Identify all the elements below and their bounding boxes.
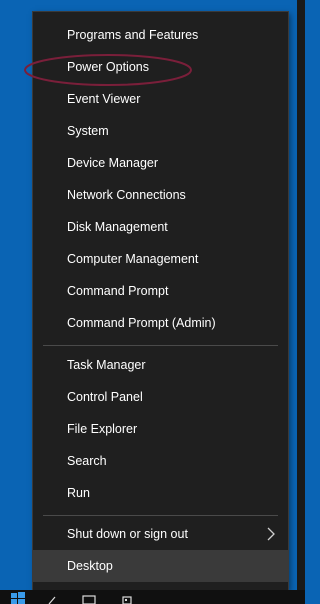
menu-item-file-explorer[interactable]: File Explorer (33, 414, 288, 444)
chevron-right-icon (267, 527, 275, 541)
winx-context-menu: Programs and Features Power Options Even… (24, 12, 288, 590)
menu-item-label: Event Viewer (67, 92, 141, 106)
menu-item-label: Device Manager (67, 156, 159, 170)
menu-item-search[interactable]: Search (33, 446, 288, 476)
menu-item-event-viewer[interactable]: Event Viewer (33, 84, 288, 114)
menu-item-computer-management[interactable]: Computer Management (33, 244, 288, 274)
menu-item-task-manager[interactable]: Task Manager (33, 350, 288, 380)
menu-item-command-prompt[interactable]: Command Prompt (33, 276, 288, 306)
menu-item-desktop[interactable]: Desktop (33, 550, 288, 582)
store-icon[interactable] (120, 594, 134, 604)
menu-item-label: Task Manager (67, 358, 146, 372)
menu-item-label: Desktop (67, 559, 113, 573)
search-icon[interactable] (45, 594, 61, 604)
menu-item-label: Command Prompt (67, 284, 169, 298)
menu-separator (43, 345, 278, 346)
menu-item-control-panel[interactable]: Control Panel (33, 382, 288, 412)
menu-item-label: File Explorer (67, 422, 138, 436)
menu-item-label: Power Options (67, 60, 149, 74)
menu-item-command-prompt-admin[interactable]: Command Prompt (Admin) (33, 308, 288, 338)
menu-separator (43, 515, 278, 516)
taskbar (0, 590, 305, 604)
menu-item-label: Shut down or sign out (67, 527, 188, 541)
menu-item-power-options[interactable]: Power Options (33, 52, 288, 82)
menu-item-label: System (67, 124, 109, 138)
menu-item-label: Programs and Features (67, 28, 199, 42)
background-window-edge (297, 0, 305, 604)
menu-item-label: Run (67, 486, 90, 500)
windows-start-icon[interactable] (8, 590, 28, 604)
menu-item-label: Disk Management (67, 220, 168, 234)
menu-item-shut-down-or-sign-out[interactable]: Shut down or sign out (33, 519, 288, 549)
menu-item-label: Computer Management (67, 252, 199, 266)
menu-item-programs-and-features[interactable]: Programs and Features (33, 20, 288, 50)
menu-item-network-connections[interactable]: Network Connections (33, 180, 288, 210)
menu-item-label: Command Prompt (Admin) (67, 316, 216, 330)
menu-item-label: Search (67, 454, 107, 468)
menu-item-device-manager[interactable]: Device Manager (33, 148, 288, 178)
menu-item-run[interactable]: Run (33, 478, 288, 508)
task-view-icon[interactable] (80, 594, 98, 604)
menu-item-system[interactable]: System (33, 116, 288, 146)
menu-item-label: Network Connections (67, 188, 186, 202)
menu-item-disk-management[interactable]: Disk Management (33, 212, 288, 242)
menu-item-label: Control Panel (67, 390, 143, 404)
